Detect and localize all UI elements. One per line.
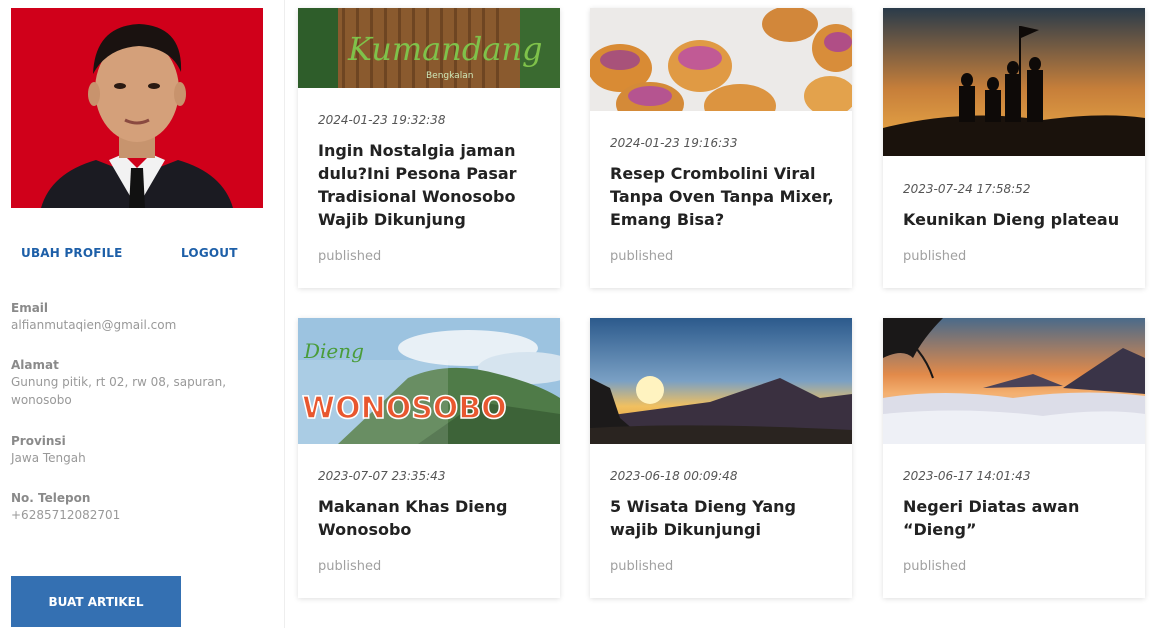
- email-value: alfianmutaqien@gmail.com: [11, 318, 177, 332]
- article-status: published: [903, 559, 967, 574]
- address-label: Alamat: [11, 358, 59, 372]
- article-status: published: [318, 249, 382, 264]
- province-label: Provinsi: [11, 434, 66, 448]
- profile-photo: [11, 8, 263, 208]
- article-date: 2024-01-23 19:32:38: [318, 113, 446, 127]
- article-card[interactable]: WONOSOBO Dieng 2023-07-07 23:35:43 Makan…: [298, 318, 560, 598]
- article-title[interactable]: 5 Wisata Dieng Yang wajib Dikunjungi: [610, 495, 836, 541]
- article-card[interactable]: 2023-06-18 00:09:48 5 Wisata Dieng Yang …: [590, 318, 852, 598]
- article-date: 2024-01-23 19:16:33: [610, 136, 738, 150]
- article-status: published: [903, 249, 967, 264]
- article-date: 2023-06-18 00:09:48: [610, 469, 738, 483]
- phone-label: No. Telepon: [11, 491, 91, 505]
- address-value: Gunung pitik, rt 02, rw 08, sapuran, won…: [11, 375, 227, 407]
- article-title[interactable]: Negeri Diatas awan “Dieng”: [903, 495, 1129, 541]
- address-section: Alamat Gunung pitik, rt 02, rw 08, sapur…: [11, 357, 261, 409]
- article-status: published: [610, 249, 674, 264]
- article-date: 2023-06-17 14:01:43: [903, 469, 1031, 483]
- article-title[interactable]: Makanan Khas Dieng Wonosobo: [318, 495, 544, 541]
- create-article-button[interactable]: BUAT ARTIKEL: [11, 576, 181, 627]
- phone-section: No. Telepon +6285712082701: [11, 490, 261, 524]
- article-title[interactable]: Keunikan Dieng plateau: [903, 208, 1129, 231]
- province-value: Jawa Tengah: [11, 451, 86, 465]
- article-title[interactable]: Resep Crombolini Viral Tanpa Oven Tanpa …: [610, 162, 836, 231]
- article-card[interactable]: 2024-01-23 19:16:33 Resep Crombolini Vir…: [590, 8, 852, 288]
- email-section: Email alfianmutaqien@gmail.com: [11, 300, 261, 334]
- logout-link[interactable]: LOGOUT: [181, 246, 238, 260]
- province-section: Provinsi Jawa Tengah: [11, 433, 261, 467]
- article-status: published: [610, 559, 674, 574]
- edit-profile-link[interactable]: UBAH PROFILE: [21, 246, 123, 260]
- article-status: published: [318, 559, 382, 574]
- article-date: 2023-07-24 17:58:52: [903, 182, 1031, 196]
- article-card[interactable]: 2023-07-24 17:58:52 Keunikan Dieng plate…: [883, 8, 1145, 288]
- article-card[interactable]: Kumandang Bengkalan 2024-01-23 19:32:38 …: [298, 8, 560, 288]
- article-card[interactable]: 2023-06-17 14:01:43 Negeri Diatas awan “…: [883, 318, 1145, 598]
- profile-sidebar: UBAH PROFILE LOGOUT Email alfianmutaqien…: [0, 0, 285, 628]
- phone-value: +6285712082701: [11, 508, 121, 522]
- email-label: Email: [11, 301, 49, 315]
- article-date: 2023-07-07 23:35:43: [318, 469, 446, 483]
- article-title[interactable]: Ingin Nostalgia jaman dulu?Ini Pesona Pa…: [318, 139, 544, 231]
